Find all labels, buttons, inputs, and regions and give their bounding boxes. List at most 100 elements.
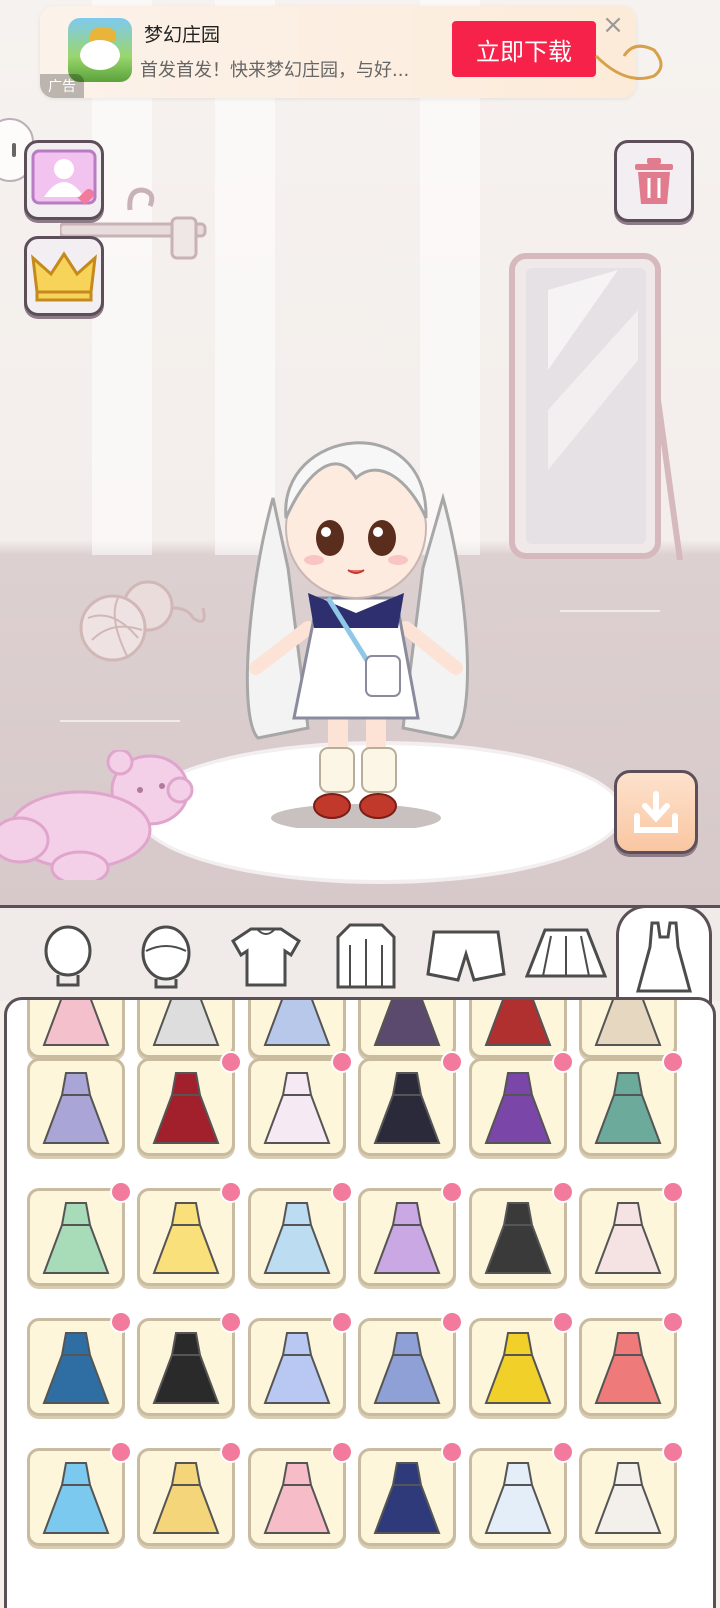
dress-item[interactable] — [358, 1441, 463, 1546]
new-badge — [220, 1051, 242, 1073]
dress-thumbnail-icon — [484, 1000, 552, 1046]
dress-thumbnail-icon — [373, 1462, 441, 1534]
dress-item[interactable] — [27, 1181, 132, 1286]
dress-item[interactable] — [469, 1051, 574, 1156]
dress-item[interactable] — [27, 1311, 132, 1416]
new-badge — [331, 1311, 353, 1333]
dress-item[interactable] — [358, 1311, 463, 1416]
dress-item[interactable] — [27, 1058, 125, 1156]
dress-thumbnail-icon — [594, 1072, 662, 1144]
mirror-icon — [509, 253, 683, 561]
ad-app-title: 梦幻庄园 — [144, 24, 221, 46]
dress-thumbnail-icon — [263, 1000, 331, 1046]
dress-thumbnail-icon — [263, 1202, 331, 1274]
coat-tab[interactable] — [318, 914, 414, 998]
dress-thumbnail-icon — [373, 1000, 441, 1046]
new-badge — [220, 1441, 242, 1463]
dress-thumbnail-icon — [373, 1202, 441, 1274]
dress-item[interactable] — [137, 1311, 242, 1416]
ad-banner[interactable]: 梦幻庄园 首发首发！快来梦幻庄园，与好... 立即下载 × 广告 — [40, 6, 636, 98]
game-scene: 梦幻庄园 首发首发！快来梦幻庄园，与好... 立即下载 × 广告 — [0, 0, 720, 905]
new-badge — [662, 1051, 684, 1073]
dress-item[interactable] — [248, 1000, 346, 1058]
dress-item[interactable] — [579, 1311, 684, 1416]
download-icon — [634, 791, 678, 833]
app-icon[interactable] — [68, 18, 132, 82]
delete-button[interactable] — [614, 140, 694, 222]
dress-item[interactable] — [579, 1181, 684, 1286]
dress-thumbnail-icon — [152, 1332, 220, 1404]
dress-item[interactable] — [469, 1441, 574, 1546]
new-badge — [441, 1181, 463, 1203]
dress-thumbnail-icon — [42, 1462, 110, 1534]
dress-thumbnail-icon — [263, 1462, 331, 1534]
shorts-tab[interactable] — [418, 914, 514, 998]
dress-thumbnail-icon — [594, 1202, 662, 1274]
ad-download-button[interactable]: 立即下载 — [452, 21, 596, 77]
new-badge — [441, 1441, 463, 1463]
face-icon — [44, 925, 92, 987]
floor-line — [560, 610, 660, 612]
dress-thumbnail-icon — [263, 1072, 331, 1144]
dress-item[interactable] — [248, 1441, 353, 1546]
new-badge — [552, 1311, 574, 1333]
dress-thumbnail-icon — [484, 1202, 552, 1274]
dress-item[interactable] — [27, 1441, 132, 1546]
new-badge — [441, 1051, 463, 1073]
dress-item[interactable] — [579, 1000, 677, 1058]
dress-item-grid — [4, 997, 716, 1608]
close-icon[interactable]: × — [600, 12, 626, 38]
crown-icon — [31, 251, 97, 302]
photo-frame-icon — [31, 149, 97, 205]
dress-item[interactable] — [579, 1051, 684, 1156]
dress-thumbnail-icon — [594, 1332, 662, 1404]
dress-thumbnail-icon — [42, 1072, 110, 1144]
doll-character — [245, 441, 469, 828]
face-tab[interactable] — [20, 914, 116, 998]
new-badge — [552, 1441, 574, 1463]
dress-item[interactable] — [137, 1051, 242, 1156]
ad-tag: 广告 — [40, 74, 84, 98]
dress-item[interactable] — [248, 1311, 353, 1416]
dress-thumbnail-icon — [484, 1072, 552, 1144]
dress-item[interactable] — [358, 1181, 463, 1286]
dress-item[interactable] — [27, 1000, 125, 1058]
dress-thumbnail-icon — [152, 1072, 220, 1144]
hair-tab[interactable] — [118, 914, 214, 998]
dress-item[interactable] — [579, 1441, 684, 1546]
shorts-icon — [426, 930, 506, 982]
ad-app-description: 首发首发！快来梦幻庄园，与好... — [140, 60, 410, 81]
trash-icon — [635, 158, 673, 204]
dress-item[interactable] — [358, 1000, 456, 1058]
dress-item[interactable] — [137, 1181, 242, 1286]
dress-icon — [636, 921, 692, 992]
dress-item[interactable] — [248, 1051, 353, 1156]
dress-thumbnail-icon — [42, 1000, 110, 1046]
new-badge — [331, 1181, 353, 1203]
save-image-button[interactable] — [614, 770, 698, 854]
vip-crown-button[interactable] — [24, 236, 104, 316]
new-badge — [552, 1051, 574, 1073]
dress-thumbnail-icon — [373, 1072, 441, 1144]
dress-item[interactable] — [469, 1181, 574, 1286]
top-tab[interactable] — [218, 914, 314, 998]
dress-item[interactable] — [137, 1441, 242, 1546]
dress-thumbnail-icon — [594, 1462, 662, 1534]
teddy-bear-icon — [0, 750, 194, 880]
dress-thumbnail-icon — [263, 1332, 331, 1404]
dress-item[interactable] — [248, 1181, 353, 1286]
dress-thumbnail-icon — [42, 1332, 110, 1404]
photo-album-button[interactable] — [24, 140, 104, 220]
tshirt-icon — [231, 927, 301, 987]
dress-item[interactable] — [137, 1000, 235, 1058]
dress-tab[interactable] — [616, 905, 712, 1005]
jacket-icon — [336, 923, 396, 989]
dress-item[interactable] — [469, 1000, 567, 1058]
new-badge — [331, 1051, 353, 1073]
dress-item[interactable] — [469, 1311, 574, 1416]
skirt-tab[interactable] — [518, 914, 614, 998]
category-tab-bar — [0, 905, 720, 1005]
swirl-decoration-icon — [594, 44, 663, 80]
dress-item[interactable] — [358, 1051, 463, 1156]
new-badge — [220, 1181, 242, 1203]
